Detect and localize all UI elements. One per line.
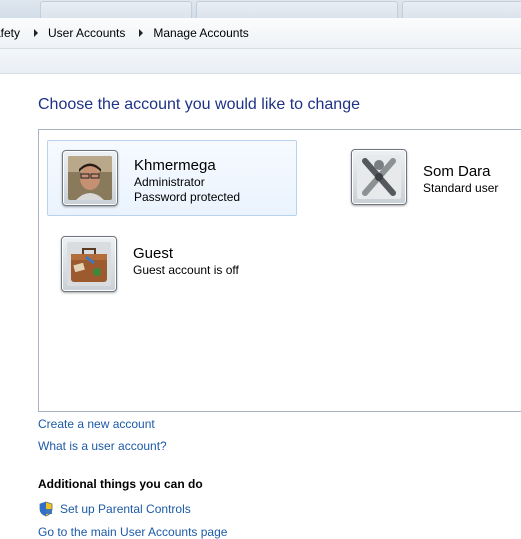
account-status: Password protected bbox=[134, 190, 241, 204]
account-type: Standard user bbox=[423, 181, 499, 195]
breadcrumb: afety User Accounts Manage Accounts bbox=[0, 25, 255, 41]
person-photo-icon bbox=[68, 156, 112, 200]
background-tab[interactable] bbox=[196, 1, 398, 18]
account-status: Guest account is off bbox=[133, 263, 239, 277]
address-bar: afety User Accounts Manage Accounts bbox=[0, 18, 521, 49]
breadcrumb-item-user-accounts[interactable]: User Accounts bbox=[48, 26, 131, 40]
suitcase-icon bbox=[67, 242, 111, 286]
breadcrumb-arrow-icon[interactable] bbox=[34, 29, 39, 37]
grey-figure-icon bbox=[357, 155, 401, 199]
browser-tab-strip bbox=[0, 0, 521, 18]
create-account-link[interactable]: Create a new account bbox=[38, 417, 155, 431]
account-som-dara[interactable]: Som Dara Standard user bbox=[337, 140, 521, 214]
breadcrumb-item-manage-accounts[interactable]: Manage Accounts bbox=[153, 26, 254, 40]
what-is-account-link[interactable]: What is a user account? bbox=[38, 439, 167, 453]
account-name: Khmermega bbox=[134, 157, 216, 174]
breadcrumb-arrow-icon[interactable] bbox=[139, 29, 144, 37]
account-guest[interactable]: Guest Guest account is off bbox=[47, 234, 295, 304]
page-title: Choose the account you would like to cha… bbox=[38, 96, 360, 113]
accounts-panel: Khmermega Administrator Password protect… bbox=[38, 129, 521, 412]
account-name: Guest bbox=[133, 245, 174, 262]
main-user-accounts-link[interactable]: Go to the main User Accounts page bbox=[38, 525, 227, 539]
account-type: Administrator bbox=[134, 175, 205, 189]
account-picture bbox=[62, 150, 118, 206]
section-title: Additional things you can do bbox=[38, 477, 203, 491]
parental-controls-link[interactable]: Set up Parental Controls bbox=[60, 502, 191, 516]
breadcrumb-item-safety[interactable]: afety bbox=[0, 26, 26, 40]
uac-shield-icon bbox=[38, 501, 54, 517]
account-name: Som Dara bbox=[423, 163, 491, 180]
account-picture bbox=[61, 236, 117, 292]
background-tab[interactable] bbox=[40, 1, 192, 18]
background-tab[interactable] bbox=[402, 1, 521, 18]
account-picture bbox=[351, 149, 407, 205]
account-khmermega[interactable]: Khmermega Administrator Password protect… bbox=[47, 140, 297, 216]
toolbar bbox=[0, 49, 521, 74]
